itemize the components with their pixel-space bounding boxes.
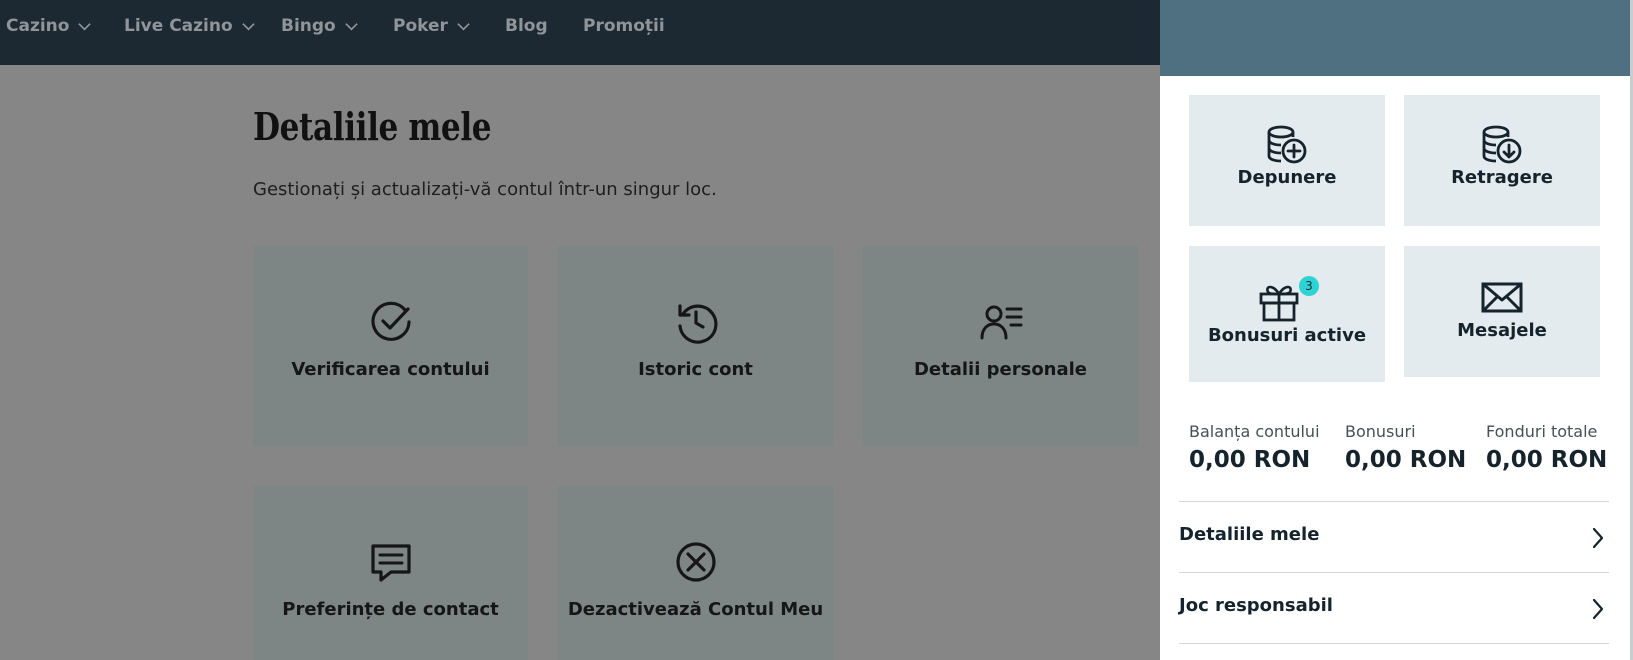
link-label: Joc responsabil	[1179, 595, 1333, 616]
tile-label: Depunere	[1237, 167, 1337, 188]
tile-active-bonuses[interactable]: 3 Bonusuri active	[1189, 246, 1385, 382]
page-title: Detaliile mele	[253, 104, 492, 149]
balance-value: 0,00 RON	[1486, 447, 1608, 473]
nav-item-label: Promoții	[583, 16, 665, 36]
balance-label: Bonusuri	[1345, 422, 1416, 441]
chevron-down-icon	[241, 22, 255, 31]
coins-download-icon	[1482, 125, 1522, 164]
nav-item-live-cazino[interactable]: Live Cazino	[124, 14, 256, 38]
nav-item-bingo[interactable]: Bingo	[281, 14, 359, 38]
person-details-icon	[980, 305, 1022, 340]
coins-plus-icon	[1267, 125, 1307, 164]
nav-item-cazino[interactable]: Cazino	[6, 14, 92, 38]
balance-total-funds: Fonduri totale 0,00 RON	[1486, 422, 1607, 473]
divider	[1179, 643, 1609, 644]
balance-label: Fonduri totale	[1486, 422, 1598, 441]
link-label: Detaliile mele	[1179, 524, 1320, 545]
gift-icon	[1259, 285, 1299, 322]
card-account-history[interactable]: Istoric cont	[558, 246, 833, 446]
card-label: Preferințe de contact	[282, 599, 499, 620]
account-panel: Depunere Retragere 3 Bonusuri active Mes…	[1160, 0, 1633, 660]
check-circle-icon	[370, 301, 411, 341]
balance-value: 0,00 RON	[1345, 447, 1467, 473]
card-label: Verificarea contului	[291, 359, 490, 380]
link-responsible-gaming[interactable]: Joc responsabil	[1179, 572, 1609, 642]
nav-item-blog[interactable]: Blog	[505, 14, 548, 38]
balance-value: 0,00 RON	[1189, 447, 1311, 473]
chevron-right-icon	[1592, 527, 1604, 549]
balance-account: Balanța contului 0,00 RON	[1189, 422, 1320, 473]
chevron-down-icon	[457, 22, 470, 31]
tile-label: Bonusuri active	[1207, 325, 1367, 346]
card-label: Detalii personale	[913, 359, 1088, 380]
nav-item-label: Cazino	[6, 16, 70, 36]
nav-item-poker[interactable]: Poker	[393, 14, 471, 38]
tile-deposit[interactable]: Depunere	[1189, 95, 1385, 226]
nav-item-label: Bingo	[281, 16, 336, 36]
link-my-details[interactable]: Detaliile mele	[1179, 501, 1609, 571]
card-personal-details[interactable]: Detalii personale	[863, 246, 1138, 446]
card-label: Istoric cont	[638, 359, 753, 380]
page-subtitle: Gestionați și actualizați-vă contul într…	[253, 179, 717, 200]
top-navigation: Cazino Live Cazino Bingo Poker Blog Prom…	[0, 0, 1160, 65]
close-circle-icon	[675, 542, 716, 582]
tile-withdraw[interactable]: Retragere	[1404, 95, 1600, 226]
card-label: Dezactivează Contul Meu	[567, 599, 824, 620]
envelope-icon	[1481, 282, 1523, 313]
notification-badge: 3	[1299, 276, 1319, 296]
nav-item-promotii[interactable]: Promoții	[583, 14, 665, 38]
history-icon	[677, 304, 717, 344]
panel-header	[1160, 0, 1630, 76]
nav-item-label: Live Cazino	[124, 16, 233, 36]
chevron-right-icon	[1592, 598, 1604, 620]
chat-icon	[370, 544, 411, 582]
tile-messages[interactable]: Mesajele	[1404, 246, 1600, 377]
card-account-verification[interactable]: Verificarea contului	[253, 246, 528, 446]
chevron-down-icon	[345, 22, 358, 31]
balance-bonuses: Bonusuri 0,00 RON	[1345, 422, 1466, 473]
tile-label: Retragere	[1451, 167, 1553, 188]
card-deactivate-account[interactable]: Dezactivează Contul Meu	[558, 486, 833, 660]
tile-label: Mesajele	[1457, 320, 1547, 341]
chevron-down-icon	[78, 22, 92, 31]
nav-item-label: Poker	[393, 16, 448, 36]
card-contact-preferences[interactable]: Preferințe de contact	[253, 486, 528, 660]
balance-label: Balanța contului	[1189, 422, 1320, 441]
nav-item-label: Blog	[505, 16, 548, 36]
